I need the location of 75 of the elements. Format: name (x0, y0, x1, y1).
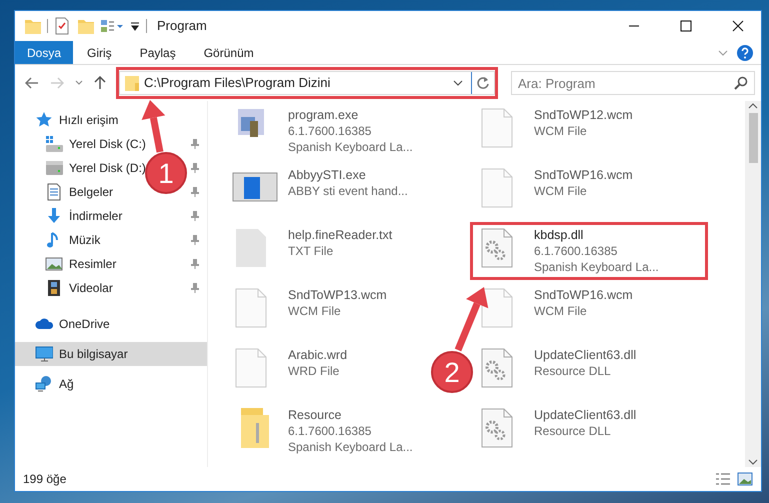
expand-ribbon-icon[interactable] (717, 48, 729, 58)
details-view-icon[interactable] (715, 472, 731, 486)
close-icon (732, 20, 744, 32)
file-detail: Spanish Keyboard La... (534, 259, 659, 275)
document-icon (45, 183, 63, 201)
ribbon-tab[interactable]: Dosya (15, 41, 74, 64)
scroll-down-icon[interactable] (748, 457, 758, 467)
search-icon (734, 76, 748, 90)
window-title: Program (157, 17, 207, 36)
up-arrow-icon (94, 76, 106, 90)
file-name: SndToWP13.wcm (288, 287, 387, 303)
sidebar-item[interactable]: Resimler (15, 252, 207, 276)
maximize-icon (680, 20, 692, 32)
annotation-marker (145, 152, 187, 194)
monitor-icon (35, 345, 53, 363)
annotation-number: 2 (444, 357, 460, 388)
file-detail: Spanish Keyboard La... (288, 139, 413, 155)
download-icon (45, 207, 63, 225)
search-field[interactable]: Ara: Program (511, 71, 756, 95)
back-arrow-icon (24, 77, 39, 89)
drive-icon (45, 159, 63, 177)
file-name: UpdateClient63.dll (534, 407, 636, 423)
ribbon-tab[interactable]: Paylaş (126, 41, 190, 64)
file-detail: 6.1.7600.16385 (288, 123, 372, 139)
folder-icon (240, 407, 270, 449)
minimize-icon (629, 25, 639, 27)
file-name: SndToWP12.wcm (534, 107, 633, 123)
file-name: program.exe (288, 107, 360, 123)
file-detail: Spanish Keyboard La... (288, 439, 413, 455)
large-icons-view-icon[interactable] (737, 472, 753, 486)
properties-icon[interactable] (54, 17, 70, 35)
view-dropdown-icon[interactable] (100, 18, 124, 34)
file-detail: 6.1.7600.16385 (288, 423, 372, 439)
file-name: AbbyySTI.exe (288, 167, 367, 183)
annotation-number: 1 (158, 158, 174, 189)
file-detail: WCM File (534, 183, 588, 199)
file-detail: ABBY sti event hand... (288, 183, 408, 199)
annotation-marker (431, 351, 473, 393)
drive-icon (45, 135, 63, 153)
annotation-arrow (454, 287, 488, 352)
file-detail: Resource DLL (534, 423, 612, 439)
chevron-down-icon (74, 80, 83, 86)
sidebar-item[interactable]: Müzik (15, 228, 207, 252)
file-detail: WCM File (534, 303, 588, 319)
file-detail: Resource DLL (534, 363, 612, 379)
file-detail: WRD File (288, 363, 340, 379)
scrollbar-thumb[interactable] (748, 113, 758, 163)
file-name: help.fineReader.txt (288, 227, 392, 243)
file-name: SndToWP16.wcm (534, 167, 633, 183)
ribbon-tab[interactable]: Giriş (73, 41, 126, 64)
file-detail: WCM File (534, 123, 588, 139)
file-name: UpdateClient63.dll (534, 347, 636, 363)
sidebar-item[interactable]: Ağ (15, 372, 207, 396)
picture-icon (45, 255, 63, 273)
network-icon (35, 375, 53, 393)
file-detail: 6.1.7600.16385 (534, 243, 618, 259)
scroll-up-icon[interactable] (748, 101, 758, 111)
sidebar-item[interactable]: OneDrive (15, 312, 207, 336)
sidebar-item[interactable]: Hızlı erişim (15, 108, 207, 132)
sidebar-item[interactable]: Bu bilgisayar (15, 342, 207, 366)
star-icon (35, 111, 53, 129)
film-icon (45, 279, 63, 297)
file-detail: TXT File (288, 243, 334, 259)
sidebar-item[interactable]: Videolar (15, 276, 207, 300)
file-name: Resource (288, 407, 342, 423)
file-name: kbdsp.dll (534, 227, 584, 243)
sidebar-item[interactable]: Yerel Disk (C:) (15, 132, 207, 156)
file-detail: WCM File (288, 303, 342, 319)
item-count: 199 öğe (23, 471, 66, 488)
help-icon[interactable] (737, 44, 753, 60)
forward-arrow-icon (50, 77, 64, 89)
sidebar-item[interactable]: İndirmeler (15, 204, 207, 228)
file-name: SndToWP16.wcm (534, 287, 633, 303)
ribbon-tab[interactable]: Görünüm (190, 41, 268, 64)
file-name: Arabic.wrd (288, 347, 348, 363)
